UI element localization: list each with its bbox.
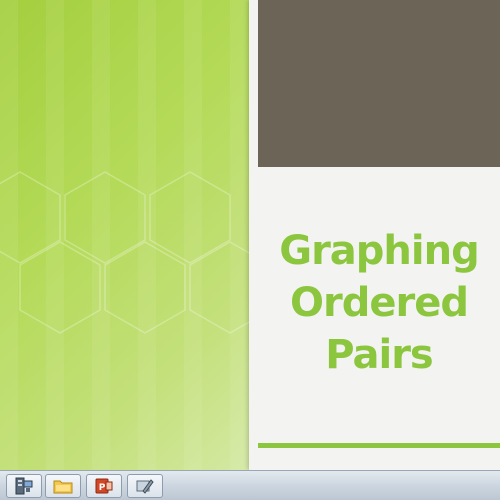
taskbar-button-explorer[interactable] — [45, 474, 81, 498]
svg-text:P: P — [99, 483, 106, 493]
slide-title: Graphing Ordered Pairs — [258, 225, 500, 381]
title-panel: Graphing Ordered Pairs — [249, 0, 500, 470]
title-accent-line — [258, 443, 500, 448]
pen-tool-icon — [136, 479, 154, 494]
slide-title-line-3: Pairs — [325, 332, 433, 378]
title-dark-block — [258, 0, 500, 167]
powerpoint-icon: P — [95, 478, 113, 494]
hexagon-pattern — [0, 171, 260, 334]
slide-title-line-1: Graphing — [279, 228, 479, 274]
screen: Graphing Ordered Pairs P — [0, 0, 500, 500]
taskbar-button-powerpoint[interactable]: P — [86, 474, 122, 498]
slide-title-line-2: Ordered — [290, 280, 469, 326]
folder-icon — [53, 480, 73, 494]
taskbar: P — [0, 470, 500, 500]
taskbar-button-computer[interactable] — [6, 474, 42, 498]
computer-icon — [15, 477, 33, 495]
taskbar-button-edit-tool[interactable] — [127, 474, 163, 498]
